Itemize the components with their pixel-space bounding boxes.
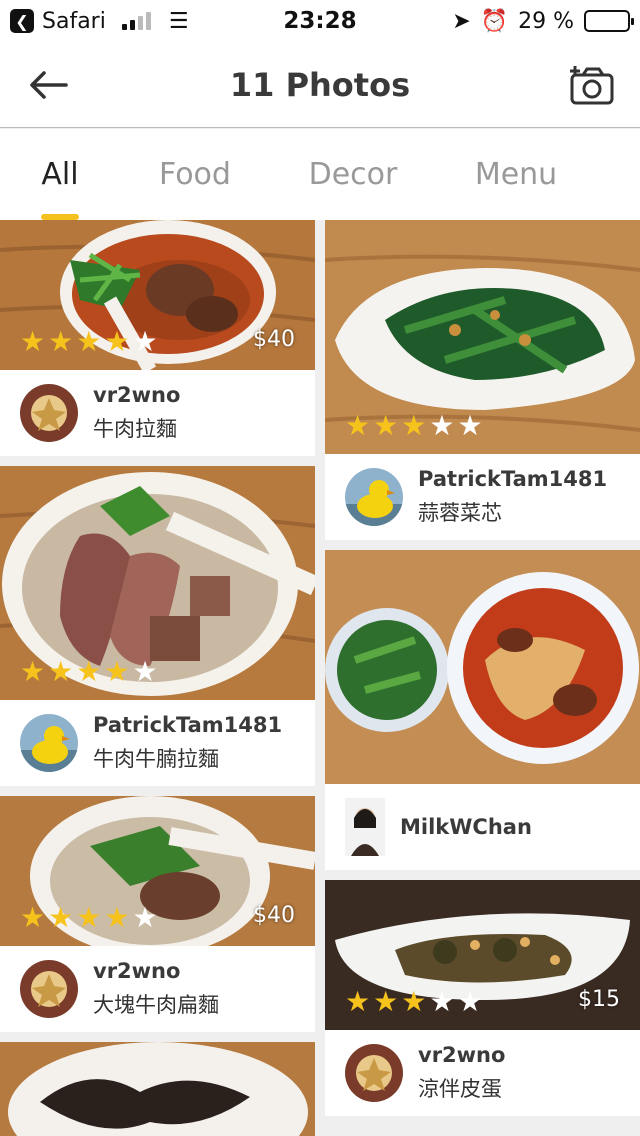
tab-menu[interactable]: Menu <box>416 129 616 220</box>
food-photo[interactable]: ★ ★ ★ ★ ★ $40 <box>0 220 315 370</box>
back-to-app-icon[interactable]: ❮ <box>10 9 34 33</box>
star-filled-icon: ★ <box>401 985 427 1018</box>
rating-stars: ★ ★ ★ ★ ★ <box>20 658 158 686</box>
avatar[interactable] <box>345 1044 403 1102</box>
star-filled-icon: ★ <box>104 901 130 934</box>
status-bar: ❮ Safari ☰ 23:28 ➤ ⏰ 29 % <box>0 0 640 42</box>
star-filled-icon: ★ <box>48 655 74 688</box>
photo-card[interactable]: ★ ★ ★ ★ ★ PatrickTam1481 牛肉牛腩拉麵 <box>0 466 315 786</box>
username[interactable]: PatrickTam1481 <box>418 467 607 491</box>
star-filled-icon: ★ <box>345 409 371 442</box>
star-filled-icon: ★ <box>104 655 130 688</box>
username[interactable]: MilkWChan <box>400 815 532 839</box>
star-empty-icon: ★ <box>457 409 483 442</box>
dish-name: 牛肉拉麵 <box>93 417 177 441</box>
star-empty-icon: ★ <box>132 901 158 934</box>
back-button[interactable] <box>0 42 96 128</box>
price-label: $40 <box>253 327 295 352</box>
price-label: $15 <box>578 987 620 1012</box>
location-icon: ➤ <box>452 8 471 34</box>
photo-meta: MilkWChan <box>325 784 640 870</box>
rating-stars: ★ ★ ★ ★ ★ <box>345 412 483 440</box>
alarm-icon: ⏰ <box>480 8 509 34</box>
dish-name: 大塊牛肉扁麵 <box>93 993 219 1017</box>
photo-card[interactable]: ★ ★ ★ ★ ★ $40 vr2wno 大塊牛肉扁麵 <box>0 796 315 1032</box>
nav-header: 11 Photos <box>0 42 640 128</box>
price-label: $40 <box>253 903 295 928</box>
username[interactable]: vr2wno <box>418 1043 505 1067</box>
star-filled-icon: ★ <box>48 325 74 358</box>
photo-card[interactable]: ★ ★ ★ ★ ★ $40 vr2wno 牛肉拉麵 <box>0 220 315 456</box>
avatar[interactable] <box>345 468 403 526</box>
arrow-left-icon <box>30 70 68 99</box>
tab-food[interactable]: Food <box>100 129 290 220</box>
add-photo-icon <box>570 65 614 104</box>
food-photo[interactable]: ★ ★ ★ ★ ★ <box>0 466 315 700</box>
star-empty-icon: ★ <box>457 985 483 1018</box>
food-photo[interactable] <box>325 550 640 784</box>
food-photo[interactable] <box>0 1042 315 1136</box>
cellular-signal-icon <box>121 12 151 30</box>
star-filled-icon: ★ <box>76 655 102 688</box>
wifi-icon: ☰ <box>168 8 189 34</box>
star-filled-icon: ★ <box>20 325 46 358</box>
battery-percent: 29 % <box>518 8 574 34</box>
star-filled-icon: ★ <box>76 325 102 358</box>
star-empty-icon: ★ <box>132 325 158 358</box>
food-photo[interactable]: ★ ★ ★ ★ ★ $40 <box>0 796 315 946</box>
dish-name: 蒜蓉菜芯 <box>418 501 502 525</box>
photo-card[interactable]: MilkWChan <box>325 550 640 870</box>
star-filled-icon: ★ <box>20 655 46 688</box>
star-empty-icon: ★ <box>429 985 455 1018</box>
star-filled-icon: ★ <box>373 409 399 442</box>
username[interactable]: vr2wno <box>93 383 180 407</box>
photo-meta: vr2wno 大塊牛肉扁麵 <box>0 946 315 1032</box>
avatar[interactable] <box>20 714 78 772</box>
star-filled-icon: ★ <box>373 985 399 1018</box>
username[interactable]: vr2wno <box>93 959 219 983</box>
tab-decor[interactable]: Decor <box>290 129 416 220</box>
dish-name: 涼伴皮蛋 <box>418 1077 502 1101</box>
star-filled-icon: ★ <box>401 409 427 442</box>
star-empty-icon: ★ <box>429 409 455 442</box>
food-photo[interactable]: ★ ★ ★ ★ ★ <box>325 220 640 454</box>
star-empty-icon: ★ <box>132 655 158 688</box>
battery-icon <box>584 10 634 32</box>
photo-column-left: ★ ★ ★ ★ ★ $40 vr2wno 牛肉拉麵 ★ ★ ★ ★ ★ Patr… <box>0 220 315 1136</box>
food-photo[interactable]: ★ ★ ★ ★ ★ $15 <box>325 880 640 1030</box>
status-time: 23:28 <box>283 8 357 34</box>
photo-meta: PatrickTam1481 牛肉牛腩拉麵 <box>0 700 315 786</box>
star-filled-icon: ★ <box>20 901 46 934</box>
star-filled-icon: ★ <box>104 325 130 358</box>
photo-card[interactable]: ★ ★ ★ ★ ★ $15 vr2wno 涼伴皮蛋 <box>325 880 640 1116</box>
username[interactable]: PatrickTam1481 <box>93 713 282 737</box>
photo-card[interactable]: ★ ★ ★ ★ ★ <box>325 220 640 454</box>
avatar[interactable] <box>20 384 78 442</box>
photo-meta: PatrickTam1481 蒜蓉菜芯 <box>325 454 640 540</box>
add-photo-button[interactable] <box>544 42 640 128</box>
rating-stars: ★ ★ ★ ★ ★ <box>345 988 483 1016</box>
star-filled-icon: ★ <box>76 901 102 934</box>
photo-meta: vr2wno 涼伴皮蛋 <box>325 1030 640 1116</box>
photo-card-meta: PatrickTam1481 蒜蓉菜芯 <box>325 454 640 540</box>
photo-column-right: ★ ★ ★ ★ ★ PatrickTam1481 蒜蓉菜芯 MilkWChan … <box>325 220 640 1126</box>
photo-grid: ★ ★ ★ ★ ★ $40 vr2wno 牛肉拉麵 ★ ★ ★ ★ ★ Patr… <box>0 220 640 1136</box>
avatar[interactable] <box>20 960 78 1018</box>
star-filled-icon: ★ <box>345 985 371 1018</box>
avatar[interactable] <box>345 798 385 856</box>
rating-stars: ★ ★ ★ ★ ★ <box>20 904 158 932</box>
page-title: 11 Photos <box>229 65 411 104</box>
photo-meta: vr2wno 牛肉拉麵 <box>0 370 315 456</box>
rating-stars: ★ ★ ★ ★ ★ <box>20 328 158 356</box>
dish-name: 牛肉牛腩拉麵 <box>93 747 219 771</box>
photo-category-tabs: All Food Decor Menu <box>0 129 640 220</box>
star-filled-icon: ★ <box>48 901 74 934</box>
tab-all[interactable]: All <box>20 129 100 220</box>
back-app-label[interactable]: Safari <box>42 9 106 34</box>
photo-card[interactable] <box>0 1042 315 1136</box>
